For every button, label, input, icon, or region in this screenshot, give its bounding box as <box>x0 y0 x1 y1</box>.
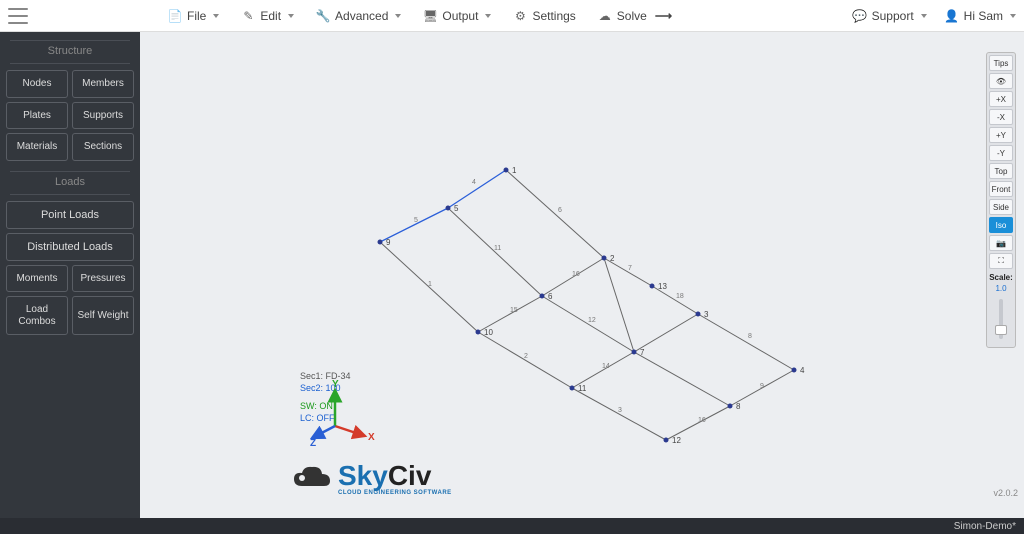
solve-button[interactable]: ☁Solve⟶ <box>598 9 672 23</box>
user-icon: 👤 <box>945 9 959 23</box>
svg-text:Z: Z <box>310 438 316 448</box>
svg-text:9: 9 <box>760 383 764 390</box>
status-file: Simon-Demo* <box>954 521 1016 532</box>
scale-label: Scale: <box>989 273 1013 282</box>
screenshot-button[interactable]: 📷 <box>989 235 1013 251</box>
eye-icon: 👁 <box>996 77 1006 86</box>
svg-text:7: 7 <box>628 265 632 272</box>
file-menu[interactable]: 📄File <box>168 9 219 23</box>
svg-text:8: 8 <box>736 402 741 411</box>
advanced-menu[interactable]: 🔧Advanced <box>316 9 401 23</box>
left-panel: Structure Nodes Members Plates Supports … <box>0 32 140 518</box>
svg-text:16: 16 <box>698 417 706 424</box>
svg-text:X: X <box>368 432 375 443</box>
svg-text:Y: Y <box>332 379 339 390</box>
structure-title: Structure <box>10 41 130 64</box>
svg-text:3: 3 <box>618 407 622 414</box>
svg-text:4: 4 <box>472 179 476 186</box>
camera-icon: 📷 <box>996 239 1006 248</box>
svg-text:8: 8 <box>748 333 752 340</box>
edit-menu[interactable]: ✎Edit <box>241 9 294 23</box>
skyciv-logo: SkyCiv CLOUD ENGINEERING SOFTWARE <box>292 462 452 496</box>
view-side[interactable]: Side <box>989 199 1013 215</box>
monitor-icon: 🖥 <box>423 9 437 23</box>
settings-menu[interactable]: ⚙Settings <box>513 9 575 23</box>
svg-text:18: 18 <box>676 293 684 300</box>
support-menu[interactable]: 💬Support <box>853 9 927 23</box>
gear-icon: ⚙ <box>513 9 527 23</box>
svg-text:2: 2 <box>610 254 615 263</box>
plates-button[interactable]: Plates <box>6 102 68 130</box>
svg-text:13: 13 <box>658 282 667 291</box>
view-top[interactable]: Top <box>989 163 1013 179</box>
svg-text:11: 11 <box>494 245 501 252</box>
fullscreen-icon: ⛶ <box>998 256 1004 266</box>
model-canvas[interactable]: 5467188111612911521431612345678910111213… <box>140 32 1024 518</box>
cloud-logo-icon <box>292 464 332 494</box>
view-minus-y[interactable]: -Y <box>989 145 1013 161</box>
view-plus-y[interactable]: +Y <box>989 127 1013 143</box>
svg-text:3: 3 <box>704 310 709 319</box>
scale-value: 1.0 <box>989 284 1013 293</box>
output-menu[interactable]: 🖥Output <box>423 9 491 23</box>
svg-text:12: 12 <box>672 436 681 445</box>
top-toolbar: 📄File ✎Edit 🔧Advanced 🖥Output ⚙Settings … <box>0 0 1024 32</box>
arrow-right-icon: ⟶ <box>655 9 672 23</box>
visibility-button[interactable]: 👁 <box>989 73 1013 89</box>
right-tool-panel: Tips 👁 +X -X +Y -Y Top Front Side Iso 📷 … <box>986 52 1016 348</box>
model-svg: 5467188111612911521431612345678910111213 <box>140 32 1024 518</box>
sections-button[interactable]: Sections <box>72 133 134 161</box>
supports-button[interactable]: Supports <box>72 102 134 130</box>
svg-text:1: 1 <box>512 166 517 175</box>
svg-text:7: 7 <box>640 348 645 357</box>
view-minus-x[interactable]: -X <box>989 109 1013 125</box>
version-label: v2.0.2 <box>993 488 1018 498</box>
file-icon: 📄 <box>168 9 182 23</box>
chat-icon: 💬 <box>853 9 867 23</box>
loads-title: Loads <box>10 172 130 195</box>
svg-text:5: 5 <box>414 217 418 224</box>
hamburger-menu[interactable] <box>8 8 28 24</box>
pressures-button[interactable]: Pressures <box>72 265 134 293</box>
axis-gizmo: X Y Z <box>310 378 380 448</box>
self-weight-button[interactable]: Self Weight <box>72 296 134 335</box>
members-button[interactable]: Members <box>72 70 134 98</box>
scale-slider[interactable] <box>999 299 1003 339</box>
point-loads-button[interactable]: Point Loads <box>6 201 134 229</box>
svg-text:4: 4 <box>800 366 805 375</box>
svg-text:1: 1 <box>428 281 432 288</box>
svg-text:14: 14 <box>602 363 610 370</box>
moments-button[interactable]: Moments <box>6 265 68 293</box>
edit-icon: ✎ <box>241 9 255 23</box>
view-plus-x[interactable]: +X <box>989 91 1013 107</box>
svg-text:15: 15 <box>510 307 518 314</box>
load-combos-button[interactable]: Load Combos <box>6 296 68 335</box>
svg-text:9: 9 <box>386 238 391 247</box>
user-menu[interactable]: 👤Hi Sam <box>945 9 1016 23</box>
status-bar: Simon-Demo* <box>0 518 1024 534</box>
svg-text:10: 10 <box>484 328 493 337</box>
nodes-button[interactable]: Nodes <box>6 70 68 98</box>
svg-text:12: 12 <box>588 317 596 324</box>
view-front[interactable]: Front <box>989 181 1013 197</box>
svg-text:6: 6 <box>558 207 562 214</box>
materials-button[interactable]: Materials <box>6 133 68 161</box>
svg-text:16: 16 <box>572 271 580 278</box>
wrench-icon: 🔧 <box>316 9 330 23</box>
view-iso[interactable]: Iso <box>989 217 1013 233</box>
svg-text:6: 6 <box>548 292 553 301</box>
fullscreen-button[interactable]: ⛶ <box>989 253 1013 269</box>
svg-text:5: 5 <box>454 204 459 213</box>
distributed-loads-button[interactable]: Distributed Loads <box>6 233 134 261</box>
svg-text:11: 11 <box>578 384 587 393</box>
cloud-icon: ☁ <box>598 9 612 23</box>
tips-button[interactable]: Tips <box>989 55 1013 71</box>
svg-text:2: 2 <box>524 353 528 360</box>
